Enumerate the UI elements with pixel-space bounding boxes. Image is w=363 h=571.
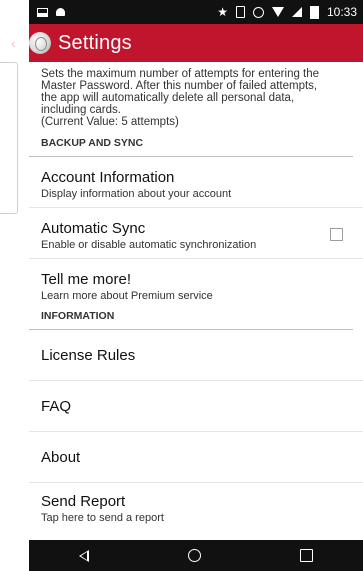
pref-tell-me-more[interactable]: Tell me more! Learn more about Premium s… (29, 259, 363, 307)
pref-account-information[interactable]: Account Information Display information … (29, 157, 363, 208)
back-caret-icon[interactable]: ‹ (11, 35, 25, 51)
screenshot-icon (37, 7, 48, 17)
app-logo-icon[interactable] (29, 32, 51, 54)
pref-title: Send Report (41, 493, 126, 510)
previous-panel-edge (0, 62, 18, 214)
section-header-information: INFORMATION (29, 307, 353, 330)
pref-summary: Enable or disable automatic synchronizat… (41, 239, 257, 251)
vibrate-icon (235, 6, 245, 18)
pref-automatic-sync[interactable]: Automatic Sync Enable or disable automat… (29, 208, 363, 259)
settings-list[interactable]: Sets the maximum number of attempts for … (29, 62, 363, 531)
pref-faq[interactable]: FAQ (29, 381, 363, 432)
max-attempts-description: Sets the maximum number of attempts for … (29, 62, 363, 134)
left-gutter (0, 0, 29, 571)
pref-send-report[interactable]: Send Report Tap here to send a report (29, 483, 363, 531)
description-line: including cards. (41, 104, 121, 116)
pref-title: License Rules (41, 346, 136, 364)
status-time: 10:33 (326, 5, 357, 19)
pref-summary: Display information about your account (41, 188, 232, 200)
description-line: Master Password. After this number of fa… (41, 80, 318, 92)
description-line: the app will automatically delete all pe… (41, 92, 295, 104)
pref-title: About (41, 448, 81, 466)
star-icon: ★ (217, 5, 228, 19)
battery-icon (309, 5, 319, 19)
navigation-bar (29, 540, 363, 571)
pref-about[interactable]: About (29, 432, 363, 483)
section-header-backup: BACKUP AND SYNC (29, 134, 353, 157)
status-bar: ★ 10:33 (29, 0, 363, 24)
automatic-sync-checkbox[interactable] (330, 228, 343, 241)
alarm-icon (252, 6, 264, 18)
pref-title: Automatic Sync (41, 220, 146, 237)
description-line: (Current Value: 5 attempts) (41, 116, 179, 128)
description-line: Sets the maximum number of attempts for … (41, 68, 320, 80)
pref-license-rules[interactable]: License Rules (29, 330, 363, 381)
android-icon (56, 8, 65, 16)
nav-back-icon[interactable] (78, 549, 89, 562)
status-bar-left (37, 7, 65, 17)
pref-title: FAQ (41, 397, 72, 415)
signal-icon (291, 7, 302, 17)
pref-title: Account Information (41, 169, 175, 186)
app-bar: ‹ Settings (11, 24, 363, 62)
nav-recents-icon[interactable] (300, 549, 314, 562)
pref-title: Tell me more! (41, 271, 132, 288)
page-title: Settings (58, 31, 132, 54)
wifi-icon (271, 7, 284, 17)
pref-summary: Learn more about Premium service (41, 290, 213, 302)
nav-home-icon[interactable] (187, 549, 201, 562)
pref-summary: Tap here to send a report (41, 512, 164, 524)
status-bar-right: ★ 10:33 (217, 5, 357, 19)
